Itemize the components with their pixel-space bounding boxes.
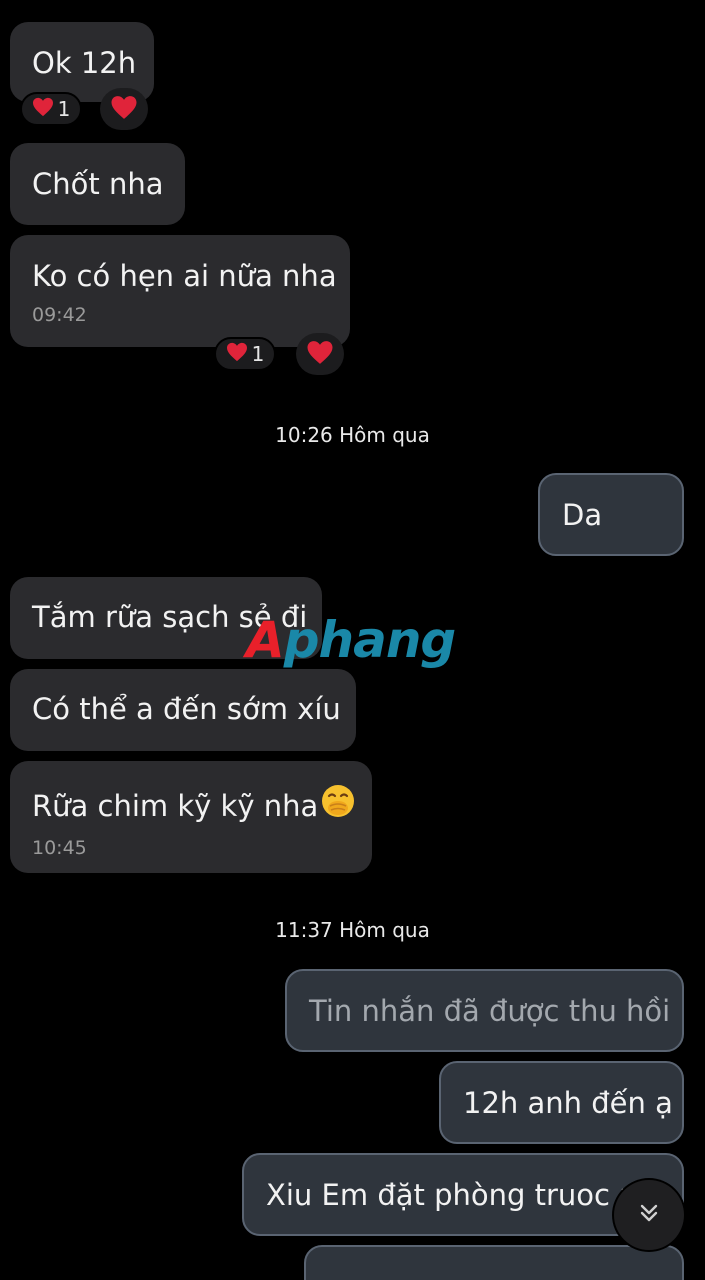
react-button[interactable] bbox=[100, 88, 148, 130]
message-text: Tin nhắn đã được thu hồi bbox=[309, 994, 671, 1028]
message-bubble-incoming[interactable]: Ko có hẹn ai nữa nha 09:42 bbox=[10, 235, 350, 347]
message-text: Xiu Em đặt phòng truoc n bbox=[266, 1178, 638, 1212]
message-time: 10:45 bbox=[32, 837, 87, 859]
message-text: Ok 12h bbox=[32, 46, 137, 80]
message-text: Ko có hẹn ai nữa nha bbox=[32, 259, 337, 293]
date-divider: 10:26 Hôm qua bbox=[275, 423, 430, 447]
message-text: Có thể a đến sớm xíu bbox=[32, 692, 341, 726]
message-time: 09:42 bbox=[32, 304, 87, 326]
message-bubble-incoming[interactable]: Chốt nha bbox=[10, 143, 185, 225]
recalled-message-bubble[interactable]: Tin nhắn đã được thu hồi bbox=[285, 969, 684, 1052]
heart-icon bbox=[110, 95, 138, 124]
chat-screen: Ok 12h 1 Chốt nha Ko có hẹn ai nữa nha 0… bbox=[0, 0, 705, 1280]
message-text: 12h anh đến ạ bbox=[463, 1086, 673, 1120]
reaction-count: 1 bbox=[251, 342, 265, 366]
heart-icon bbox=[32, 97, 54, 122]
watermark-logo: Aphang bbox=[246, 611, 456, 669]
message-bubble-outgoing[interactable]: 12h anh đến ạ bbox=[439, 1061, 684, 1144]
heart-icon bbox=[306, 340, 334, 369]
date-divider: 11:37 Hôm qua bbox=[275, 918, 430, 942]
hand-over-mouth-emoji-icon bbox=[320, 783, 356, 828]
scroll-to-bottom-button[interactable] bbox=[614, 1180, 684, 1250]
reaction-count: 1 bbox=[57, 97, 71, 121]
reaction-count-pill[interactable]: 1 bbox=[214, 337, 276, 371]
message-bubble-outgoing[interactable]: Da bbox=[538, 473, 684, 556]
message-text-row: Rữa chim kỹ kỹ nha bbox=[32, 783, 355, 828]
message-text: Da bbox=[562, 498, 603, 532]
message-text: Chốt nha bbox=[32, 167, 164, 201]
reaction-count-pill[interactable]: 1 bbox=[20, 92, 82, 126]
react-button[interactable] bbox=[296, 333, 344, 375]
message-bubble-incoming[interactable]: Có thể a đến sớm xíu bbox=[10, 669, 356, 751]
message-bubble-incoming[interactable]: Rữa chim kỹ kỹ nha 10:45 bbox=[10, 761, 372, 873]
chevron-double-down-icon bbox=[636, 1200, 662, 1230]
message-text: Rữa chim kỹ kỹ nha bbox=[32, 788, 319, 823]
message-bubble-outgoing[interactable] bbox=[304, 1245, 684, 1280]
heart-icon bbox=[226, 342, 248, 367]
